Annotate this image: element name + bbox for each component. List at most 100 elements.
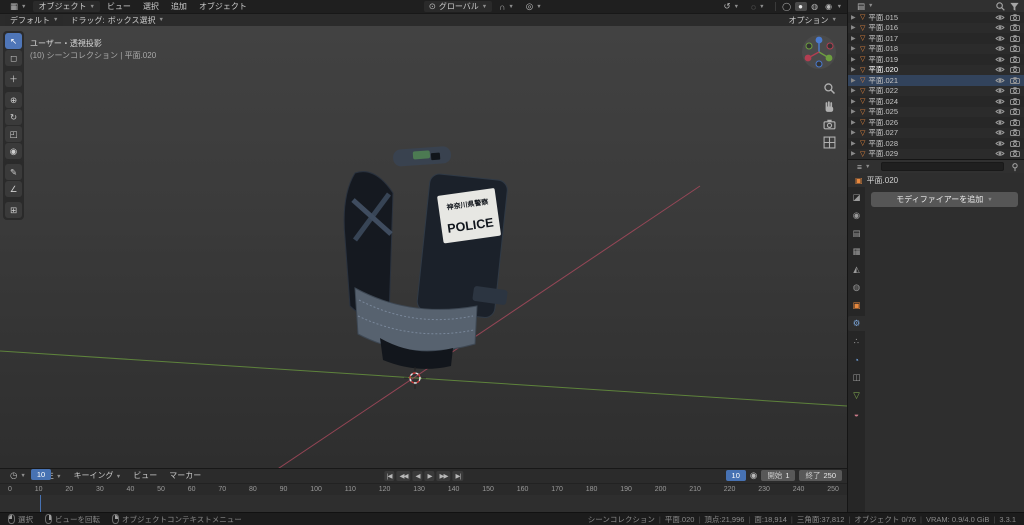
disclosure-triangle-icon[interactable]: ▶ — [851, 129, 860, 136]
hide-in-viewport-icon[interactable] — [995, 119, 1005, 126]
outliner-editor-dropdown[interactable]: ▤ ▼ — [852, 1, 878, 12]
menu-keying[interactable]: キーイング ▼ — [69, 470, 127, 481]
gizmo-z-neg[interactable] — [815, 60, 823, 68]
navigation-gizmo[interactable] — [801, 34, 837, 70]
disclosure-triangle-icon[interactable]: ▶ — [851, 14, 860, 21]
outliner-row-027[interactable]: ▶ ▽ 平面.027 — [848, 127, 1024, 138]
menu-object[interactable]: オブジェクト — [194, 1, 252, 12]
zoom-icon[interactable] — [823, 82, 836, 95]
menu-select[interactable]: 選択 — [138, 1, 164, 12]
breadcrumb-object-name[interactable]: 平面.020 — [867, 175, 899, 186]
object-name[interactable]: 平面.016 — [868, 22, 995, 33]
play-button[interactable]: ▶ — [424, 470, 435, 481]
tool-measure[interactable]: ∠ — [5, 181, 22, 197]
editor-type-dropdown[interactable]: ▦ ▼ — [5, 1, 31, 12]
tab-modifiers[interactable]: ⚙ — [848, 316, 865, 331]
object-name[interactable]: 平面.025 — [868, 106, 995, 117]
tool-tweak-select[interactable]: ↖ — [5, 33, 22, 49]
tab-tool[interactable]: ◪ — [848, 190, 865, 205]
3d-viewport[interactable]: 神奈川県警察 POLICE ↖ ◻ ＋ ⊕ ↻ ◰ ◉ ✎ ∠ ⊞ ユーザー・透… — [0, 26, 847, 468]
object-name[interactable]: 平面.026 — [868, 117, 995, 128]
disable-in-renders-icon[interactable] — [1010, 66, 1020, 74]
outliner-row-022[interactable]: ▶ ▽ 平面.022 — [848, 85, 1024, 96]
disclosure-triangle-icon[interactable]: ▶ — [851, 108, 860, 115]
auto-keying-icon[interactable]: ◉ — [750, 470, 757, 481]
object-name[interactable]: 平面.015 — [868, 12, 995, 23]
outliner-row-029[interactable]: ▶ ▽ 平面.029 — [848, 148, 1024, 159]
pan-hand-icon[interactable] — [823, 100, 836, 113]
disclosure-triangle-icon[interactable]: ▶ — [851, 140, 860, 147]
gizmo-y-neg[interactable] — [805, 42, 813, 50]
jump-end-button[interactable]: ▶| — [452, 470, 464, 481]
frame-start-field[interactable]: 開始 1 — [761, 470, 796, 482]
disable-in-renders-icon[interactable] — [1010, 108, 1020, 116]
tool-select-box[interactable]: ◻ — [5, 50, 22, 66]
gizmo-x-neg[interactable] — [826, 42, 834, 50]
hide-in-viewport-icon[interactable] — [995, 140, 1005, 147]
disclosure-triangle-icon[interactable]: ▶ — [851, 98, 860, 105]
disable-in-renders-icon[interactable] — [1010, 76, 1020, 84]
outliner-row-025[interactable]: ▶ ▽ 平面.025 — [848, 106, 1024, 117]
menu-marker[interactable]: マーカー — [164, 470, 206, 481]
tab-output[interactable]: ▤ — [848, 226, 865, 241]
tab-view-layer[interactable]: ▦ — [848, 244, 865, 259]
gizmo-y-axis[interactable] — [825, 54, 833, 62]
gizmos-dropdown[interactable]: ↺ ▼ — [718, 1, 744, 12]
object-name[interactable]: 平面.017 — [868, 33, 995, 44]
tool-3d-cursor[interactable]: ＋ — [5, 71, 22, 87]
disable-in-renders-icon[interactable] — [1010, 118, 1020, 126]
frame-end-field[interactable]: 終了 250 — [799, 470, 842, 482]
hide-in-viewport-icon[interactable] — [995, 129, 1005, 136]
tab-physics[interactable]: ◔ — [848, 352, 865, 367]
disclosure-triangle-icon[interactable]: ▶ — [851, 119, 860, 126]
current-frame-field[interactable]: 10 — [725, 470, 746, 482]
prev-keyframe-button[interactable]: ◀◀ — [396, 470, 411, 481]
tool-add-primitive[interactable]: ⊞ — [5, 202, 22, 218]
disable-in-renders-icon[interactable] — [1010, 24, 1020, 32]
menu-add[interactable]: 追加 — [166, 1, 192, 12]
properties-editor-dropdown[interactable]: ≡ ▼ — [852, 162, 875, 172]
timeline-track[interactable] — [0, 495, 847, 512]
shading-solid-button[interactable]: ● — [794, 2, 807, 11]
tool-rotate[interactable]: ↻ — [5, 109, 22, 125]
pin-icon[interactable] — [1010, 162, 1020, 172]
outliner-row-019[interactable]: ▶ ▽ 平面.019 — [848, 54, 1024, 65]
vest-model[interactable]: 神奈川県警察 POLICE — [343, 146, 508, 369]
outliner-row-020[interactable]: ▶ ▽ 平面.020 — [848, 64, 1024, 75]
search-icon[interactable] — [995, 1, 1006, 12]
outliner-row-017[interactable]: ▶ ▽ 平面.017 — [848, 33, 1024, 44]
chevron-down-icon[interactable]: ▼ — [837, 4, 842, 10]
object-name[interactable]: 平面.024 — [868, 96, 995, 107]
object-name[interactable]: 平面.027 — [868, 127, 995, 138]
tab-render[interactable]: ◉ — [848, 208, 865, 223]
outliner-row-021[interactable]: ▶ ▽ 平面.021 — [848, 75, 1024, 86]
hide-in-viewport-icon[interactable] — [995, 87, 1005, 94]
hide-in-viewport-icon[interactable] — [995, 24, 1005, 31]
outliner-row-028[interactable]: ▶ ▽ 平面.028 — [848, 138, 1024, 149]
overlays-dropdown[interactable]: ◌ ▼ — [746, 2, 770, 12]
outliner-row-016[interactable]: ▶ ▽ 平面.016 — [848, 22, 1024, 33]
tab-particles[interactable]: ∴ — [848, 334, 865, 349]
hide-in-viewport-icon[interactable] — [995, 98, 1005, 105]
disable-in-renders-icon[interactable] — [1010, 150, 1020, 158]
hide-in-viewport-icon[interactable] — [995, 108, 1005, 115]
tab-scene[interactable]: ◭ — [848, 262, 865, 277]
disable-in-renders-icon[interactable] — [1010, 34, 1020, 42]
orientation-dropdown[interactable]: ⊙ グローバル ▼ — [423, 1, 493, 12]
proportional-edit-dropdown[interactable]: ◎ ▼ — [521, 1, 547, 12]
tool-annotate[interactable]: ✎ — [5, 164, 22, 180]
disable-in-renders-icon[interactable] — [1010, 139, 1020, 147]
snap-dropdown[interactable]: ∩ ▼ — [494, 2, 519, 12]
tab-material[interactable]: ◒ — [848, 406, 865, 421]
hide-in-viewport-icon[interactable] — [995, 150, 1005, 157]
tab-object-data[interactable]: ▽ — [848, 388, 865, 403]
hide-in-viewport-icon[interactable] — [995, 66, 1005, 73]
tab-constraints[interactable]: ◫ — [848, 370, 865, 385]
disclosure-triangle-icon[interactable]: ▶ — [851, 45, 860, 52]
object-name[interactable]: 平面.028 — [868, 138, 995, 149]
shading-material-button[interactable]: ◍ — [809, 2, 821, 11]
shading-wireframe-button[interactable]: ◯ — [781, 2, 793, 11]
menu-view[interactable]: ビュー — [102, 1, 136, 12]
jump-start-button[interactable]: |◀ — [383, 470, 395, 481]
hide-in-viewport-icon[interactable] — [995, 35, 1005, 42]
